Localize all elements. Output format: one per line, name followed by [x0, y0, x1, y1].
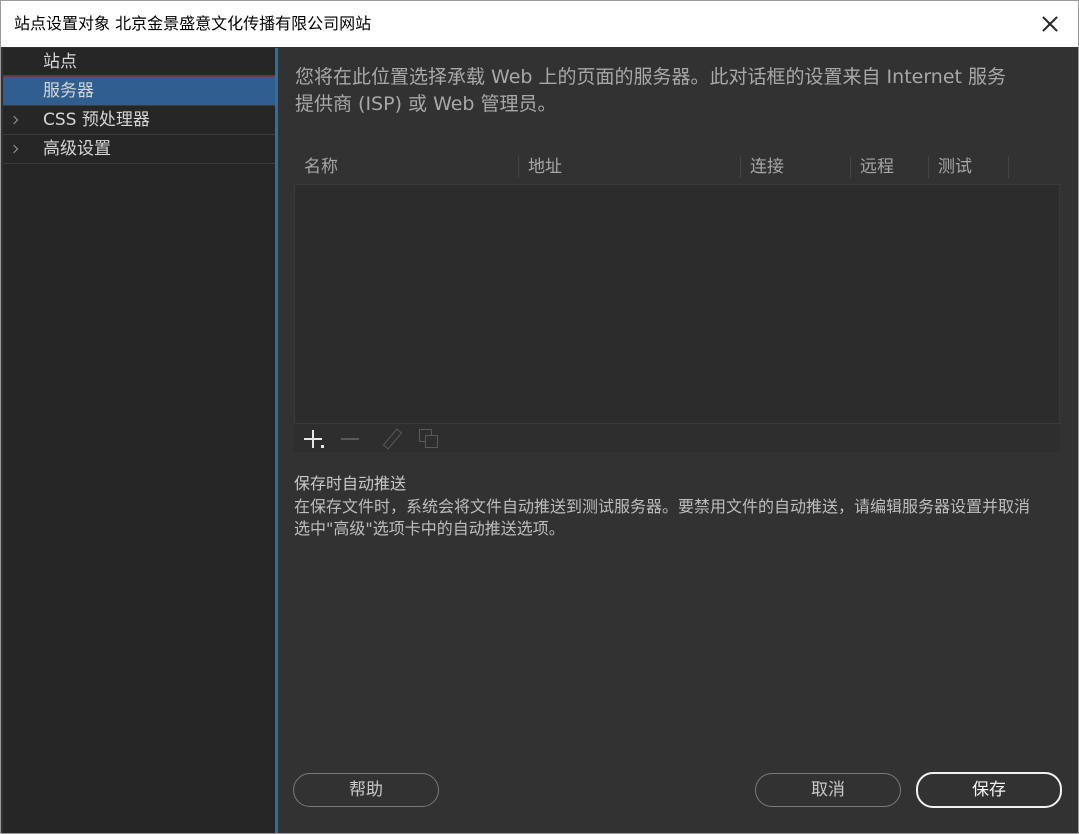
column-header-connection[interactable]: 连接 [750, 152, 784, 182]
column-divider [928, 156, 929, 178]
table-header: 名称 地址 连接 远程 测试 [294, 152, 1060, 182]
window-title: 站点设置对象 北京金景盛意文化传播有限公司网站 [14, 14, 372, 33]
autopush-heading: 保存时自动推送 [294, 474, 407, 493]
site-settings-dialog: 站点设置对象 北京金景盛意文化传播有限公司网站 站点 服务器 CSS 预处理器 … [0, 0, 1079, 834]
title-bar: 站点设置对象 北京金景盛意文化传播有限公司网站 [1, 1, 1078, 47]
column-header-address[interactable]: 地址 [528, 152, 562, 182]
chevron-right-icon[interactable] [9, 144, 19, 154]
column-divider [518, 156, 519, 178]
sidebar-item-label: 高级设置 [43, 139, 111, 159]
save-button[interactable]: 保存 [916, 772, 1062, 808]
remove-server-icon[interactable] [339, 428, 361, 450]
sidebar-item-css-preprocessors[interactable]: CSS 预处理器 [3, 106, 275, 135]
duplicate-server-icon[interactable] [418, 428, 440, 450]
sidebar-item-label: CSS 预处理器 [43, 110, 150, 130]
column-divider [1008, 156, 1009, 178]
column-divider [740, 156, 741, 178]
sidebar-item-site[interactable]: 站点 [3, 48, 275, 77]
sidebar-item-servers[interactable]: 服务器 [3, 77, 275, 106]
sidebar-item-label: 服务器 [43, 81, 94, 101]
server-list[interactable] [294, 184, 1060, 424]
column-divider [850, 156, 851, 178]
add-server-icon[interactable] [302, 428, 324, 450]
sidebar-item-label: 站点 [43, 52, 77, 72]
chevron-right-icon[interactable] [9, 115, 19, 125]
main-content: 您将在此位置选择承载 Web 上的页面的服务器。此对话框的设置来自 Intern… [278, 48, 1078, 833]
edit-server-icon[interactable] [380, 428, 402, 450]
server-toolbar [294, 424, 1060, 452]
intro-text: 您将在此位置选择承载 Web 上的页面的服务器。此对话框的设置来自 Intern… [295, 66, 1007, 115]
column-header-testing[interactable]: 测试 [938, 152, 972, 182]
cancel-button[interactable]: 取消 [755, 773, 901, 807]
sidebar: 站点 服务器 CSS 预处理器 高级设置 [3, 48, 275, 833]
server-table: 名称 地址 连接 远程 测试 [294, 152, 1060, 452]
column-header-name[interactable]: 名称 [304, 152, 338, 182]
close-icon[interactable] [1036, 10, 1064, 38]
sidebar-item-advanced-settings[interactable]: 高级设置 [3, 135, 275, 164]
help-button[interactable]: 帮助 [293, 773, 439, 807]
column-header-remote[interactable]: 远程 [860, 152, 894, 182]
autopush-description: 在保存文件时，系统会将文件自动推送到测试服务器。要禁用文件的自动推送，请编辑服务… [294, 497, 1031, 538]
